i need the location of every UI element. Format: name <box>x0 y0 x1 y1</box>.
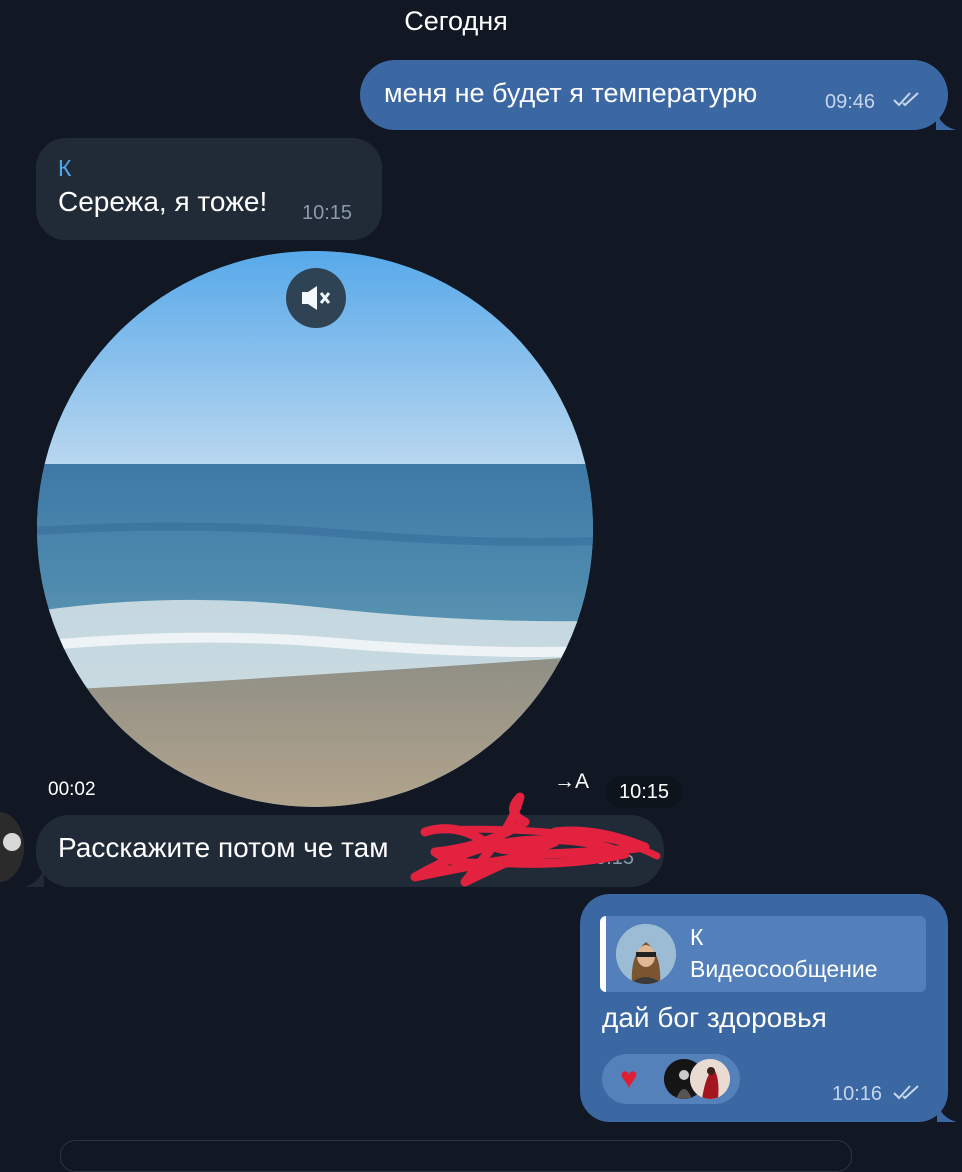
message-time: 10:16 <box>832 1083 883 1105</box>
double-check-icon <box>893 92 919 107</box>
message-text: Расскажите потом че там <box>58 832 389 863</box>
reply-bar <box>600 916 606 992</box>
bubble-tail <box>937 1102 957 1122</box>
bubble-tail <box>936 110 956 130</box>
message-bubble-outgoing[interactable]: меня не будет я температурю 09:46 <box>360 60 956 130</box>
message-bubble-outgoing[interactable]: К Видеосообщение дай бог здоровья ♥ 10:1… <box>580 894 957 1122</box>
reply-preview[interactable]: К Видеосообщение <box>600 916 926 992</box>
message-text: меня не будет я температурю <box>384 78 758 108</box>
reply-preview-text: Видеосообщение <box>690 956 878 982</box>
reactions-bar[interactable]: ♥ <box>602 1054 740 1104</box>
video-duration: 00:02 <box>48 779 96 800</box>
double-check-icon <box>893 1085 919 1100</box>
video-message[interactable] <box>37 251 593 807</box>
message-input-edge[interactable] <box>60 1140 852 1172</box>
message-text: дай бог здоровья <box>602 1002 827 1033</box>
sender-name[interactable]: К <box>58 155 71 182</box>
message-bubble-incoming[interactable]: К Сережа, я тоже! 10:15 <box>36 138 382 240</box>
bubble-tail <box>24 867 44 887</box>
sender-avatar[interactable] <box>0 812 24 882</box>
date-header: Сегодня <box>404 6 508 36</box>
mute-toggle-button[interactable] <box>286 268 346 328</box>
message-time: 09:46 <box>825 91 876 113</box>
heart-icon[interactable]: ♥ <box>620 1063 638 1095</box>
reactor-avatar <box>690 1059 730 1099</box>
reply-avatar <box>616 924 676 984</box>
video-frame-image <box>37 251 593 807</box>
message-time: 10:15 <box>302 202 353 224</box>
message-text: Сережа, я тоже! <box>58 186 268 217</box>
speaker-muted-icon <box>302 286 331 310</box>
reply-sender-name: К <box>690 924 704 950</box>
redaction-scribble <box>410 792 661 887</box>
